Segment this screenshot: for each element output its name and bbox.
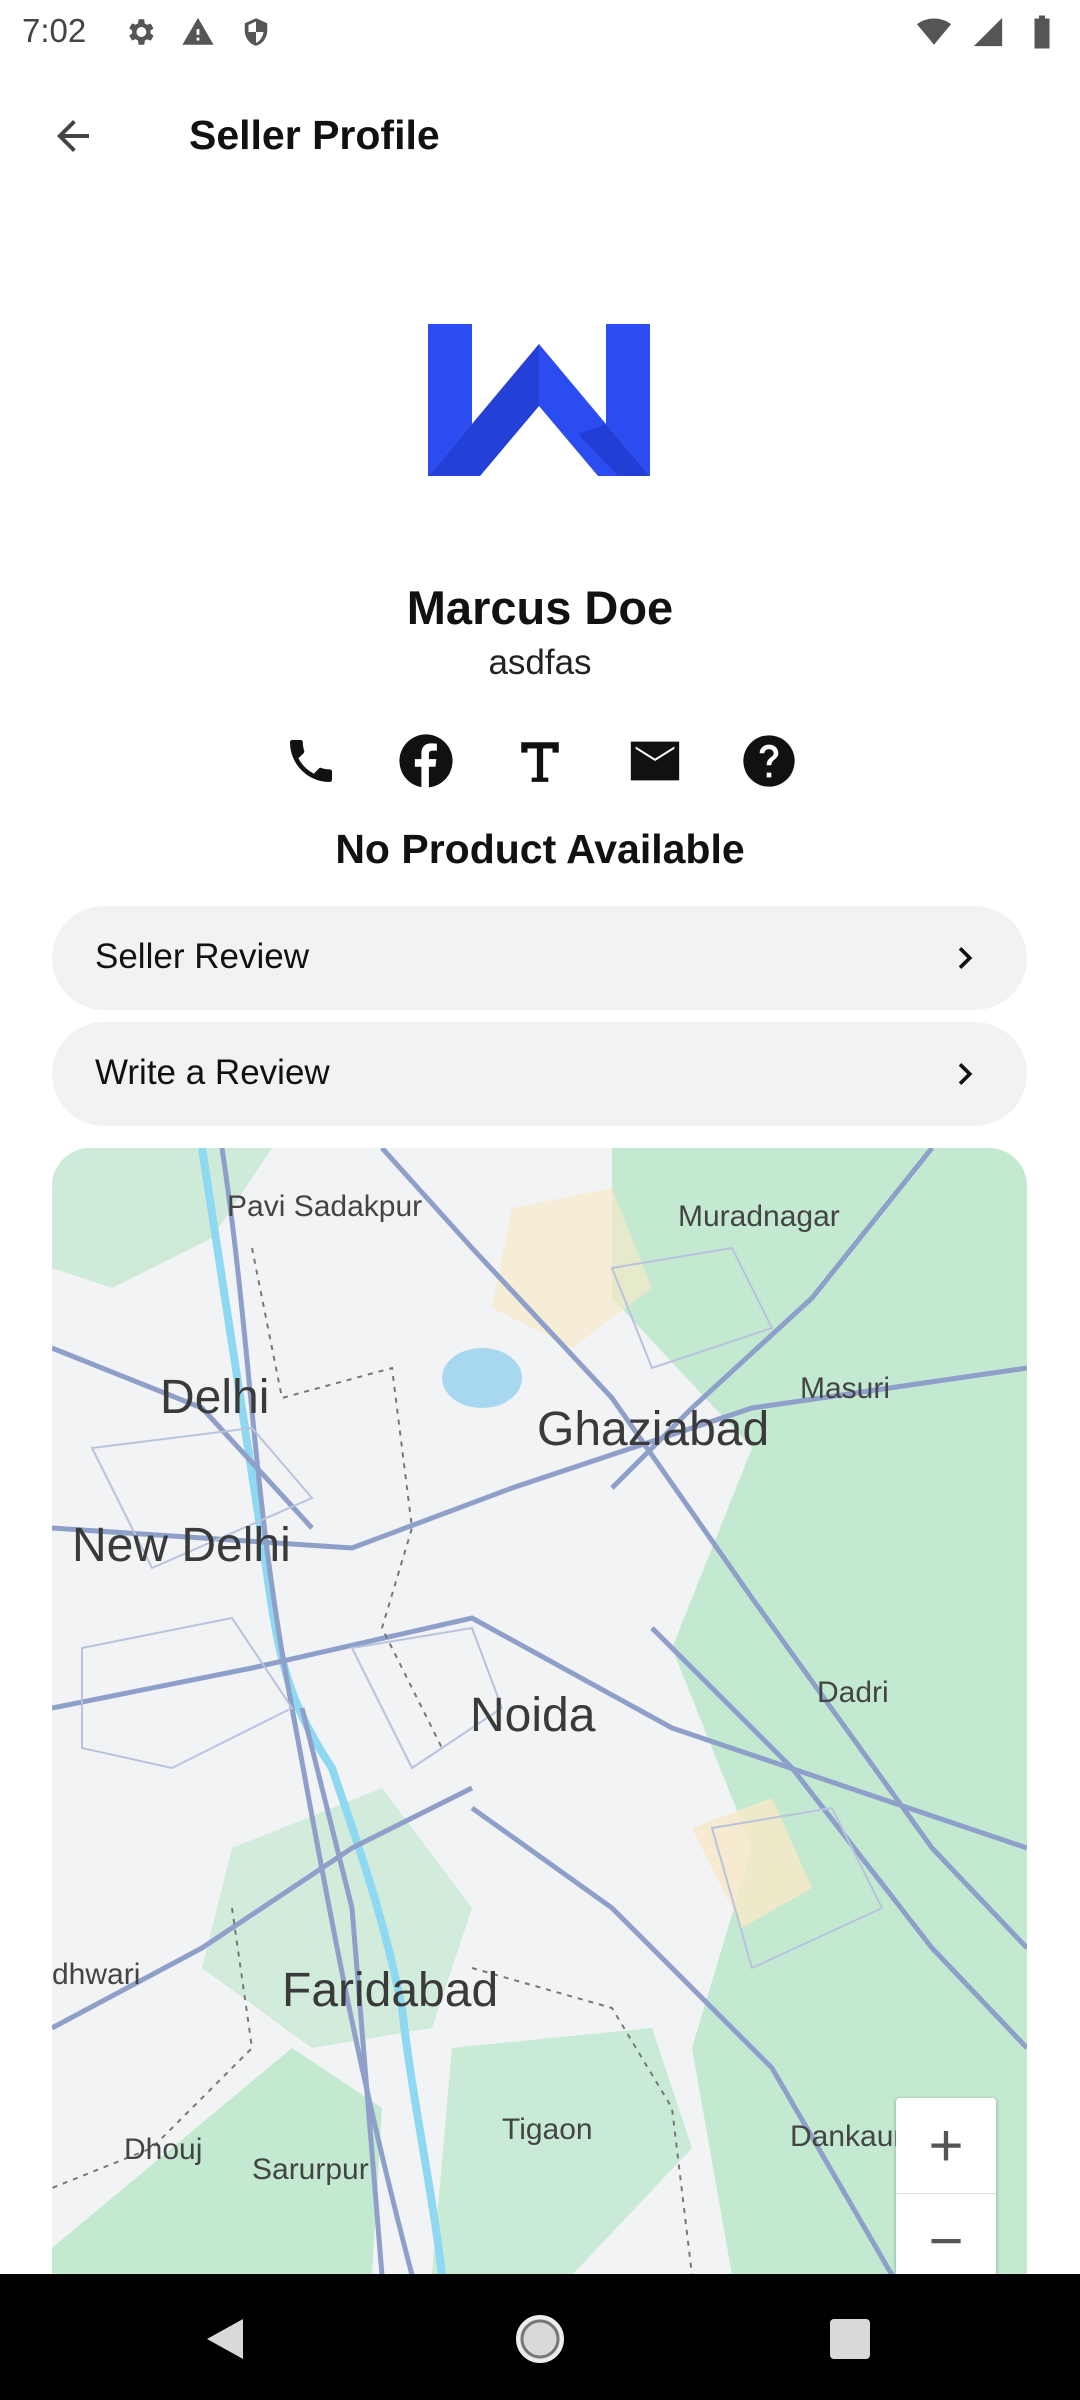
status-icons-right xyxy=(914,12,1062,52)
map-label: Dhouj xyxy=(124,2133,203,2166)
map-label: Dadri xyxy=(817,1676,889,1709)
warning-icon xyxy=(178,12,218,52)
chevron-right-icon xyxy=(943,1052,987,1096)
status-bar: 7:02 xyxy=(0,0,1080,64)
nav-recents-icon[interactable] xyxy=(815,2304,885,2374)
map-view[interactable]: Pavi Sadakpur Muradnagar Delhi Masuri Gh… xyxy=(52,1148,1027,2275)
write-review-button[interactable]: Write a Review xyxy=(52,1022,1027,1126)
map-label: New Delhi xyxy=(72,1519,291,1572)
map-label: Sarurpur xyxy=(252,2153,369,2186)
zoom-in-button[interactable]: + xyxy=(896,2098,996,2194)
write-review-label: Write a Review xyxy=(95,1053,330,1092)
shield-icon xyxy=(236,12,276,52)
status-icons-left xyxy=(120,12,276,52)
text-t-icon[interactable] xyxy=(505,726,575,796)
map-label: Tigaon xyxy=(502,2113,593,2146)
gear-icon xyxy=(120,12,160,52)
status-time: 7:02 xyxy=(22,12,87,49)
seller-review-label: Seller Review xyxy=(95,937,309,976)
map-label: Pavi Sadakpur xyxy=(227,1190,423,1223)
phone-icon[interactable] xyxy=(276,726,346,796)
seller-name: Marcus Doe xyxy=(406,581,674,634)
battery-icon xyxy=(1022,12,1062,52)
map-label: Muradnagar xyxy=(678,1200,840,1233)
wifi-icon xyxy=(914,12,954,52)
seller-subtitle: asdfas xyxy=(488,643,592,682)
help-icon[interactable] xyxy=(734,726,804,796)
seller-logo xyxy=(428,324,650,476)
seller-review-button[interactable]: Seller Review xyxy=(52,906,1027,1010)
map-label: Faridabad xyxy=(282,1964,499,2017)
arrow-back-icon xyxy=(49,112,97,165)
no-product-message: No Product Available xyxy=(335,826,745,872)
nav-back-icon[interactable] xyxy=(190,2304,260,2374)
signal-icon xyxy=(968,12,1008,52)
map-label: Ghaziabad xyxy=(537,1403,770,1456)
back-button[interactable] xyxy=(34,110,112,166)
map-label: Masuri xyxy=(800,1372,891,1405)
map-label: Delhi xyxy=(160,1371,270,1424)
page-title: Seller Profile xyxy=(189,112,440,158)
nav-home-icon[interactable] xyxy=(505,2304,575,2374)
system-nav-bar xyxy=(0,2274,1080,2400)
map-label: dhwari xyxy=(52,1958,141,1991)
map-label: Dankaur xyxy=(790,2120,904,2153)
facebook-icon[interactable] xyxy=(391,726,461,796)
contact-icons-row xyxy=(276,726,804,796)
map-zoom-controls: + − xyxy=(896,2098,996,2275)
app-bar: Seller Profile xyxy=(0,92,1080,182)
chevron-right-icon xyxy=(943,936,987,980)
map-label: Noida xyxy=(470,1689,596,1742)
zoom-out-button[interactable]: − xyxy=(896,2193,996,2275)
mail-icon[interactable] xyxy=(620,726,690,796)
